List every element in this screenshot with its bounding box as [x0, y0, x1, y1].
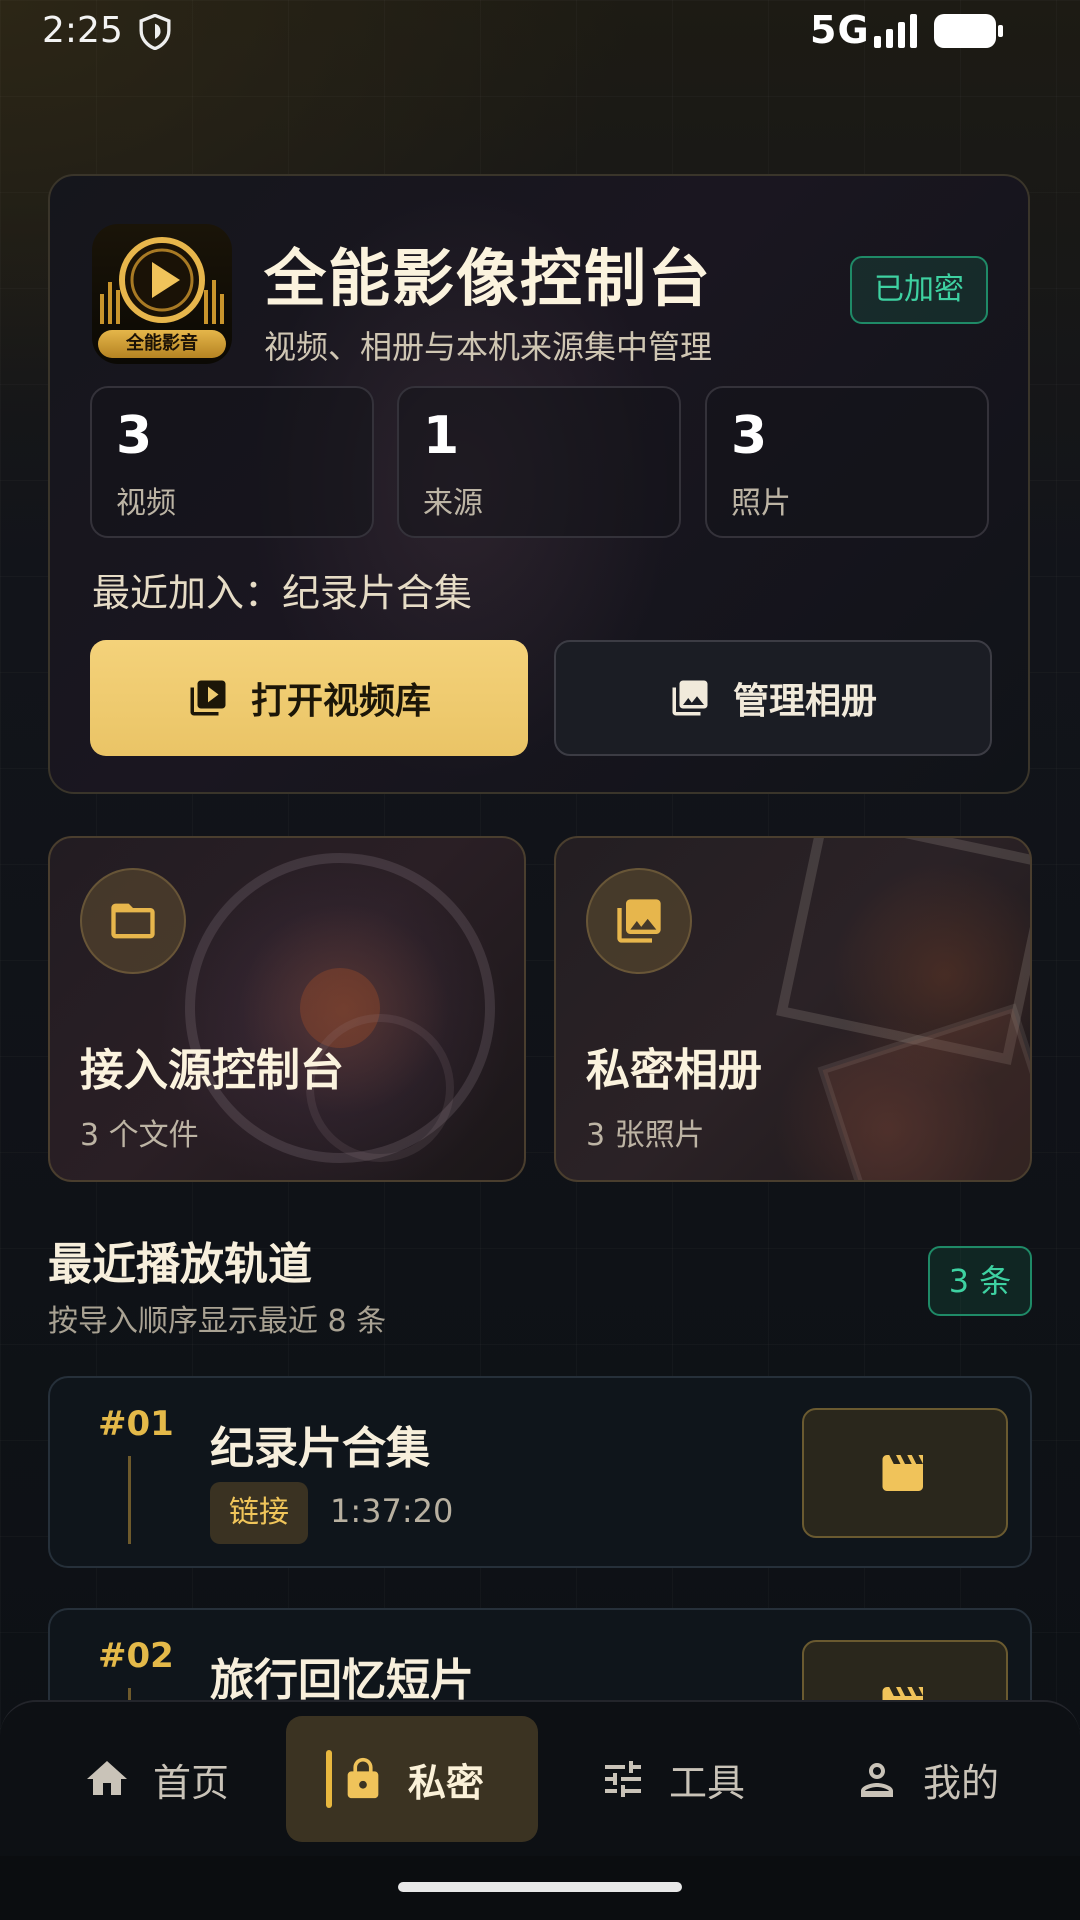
stat-value: 3	[116, 406, 153, 466]
active-indicator	[326, 1750, 332, 1808]
play-track-button[interactable]	[802, 1408, 1008, 1538]
section-subtitle: 按导入顺序显示最近 8 条	[48, 1304, 387, 1339]
tune-icon	[604, 1761, 641, 1797]
track-timeline	[128, 1456, 131, 1544]
track-tag: 链接	[210, 1482, 308, 1544]
manage-album-button[interactable]: 管理相册	[554, 640, 992, 756]
stat-label: 照片	[731, 486, 791, 521]
encrypted-badge: 已加密	[850, 256, 988, 324]
nav-label: 首页	[152, 1760, 229, 1805]
nav-label: 工具	[668, 1760, 745, 1805]
video-library-icon	[190, 680, 226, 716]
folder-icon	[80, 868, 186, 974]
home-icon	[86, 1761, 127, 1795]
stat-value: 3	[731, 406, 768, 466]
app-logo: 全能影音	[92, 224, 232, 364]
photo-library-icon	[586, 868, 692, 974]
nav-label: 私密	[407, 1760, 484, 1805]
stat-label: 来源	[423, 486, 483, 521]
shield-icon	[139, 14, 171, 50]
track-item[interactable]: #01 纪录片合集 链接 1:37:20	[48, 1376, 1032, 1568]
feature-title: 私密相册	[586, 1045, 762, 1096]
network-type: 5G	[810, 8, 870, 52]
feature-subtitle: 3 个文件	[80, 1118, 199, 1153]
stat-value: 1	[423, 406, 460, 466]
battery-icon	[934, 14, 1003, 48]
recent-added-text: 最近加入：纪录片合集	[92, 571, 473, 615]
track-title: 旅行回忆短片	[210, 1655, 474, 1706]
signal-icon	[874, 14, 917, 48]
count-badge: 3 条	[928, 1246, 1032, 1316]
track-duration: 1:37:20	[330, 1492, 454, 1530]
open-video-library-button[interactable]: 打开视频库	[90, 640, 528, 756]
nav-profile[interactable]: 我的	[800, 1716, 1052, 1842]
person-icon	[860, 1763, 893, 1797]
feature-title: 接入源控制台	[80, 1045, 344, 1096]
source-console-card[interactable]: 接入源控制台 3 个文件	[48, 836, 526, 1182]
manage-album-label: 管理相册	[732, 681, 877, 722]
app-logo-label: 全能影音	[98, 330, 226, 358]
page-title: 全能影像控制台	[264, 242, 713, 315]
nav-label: 我的	[922, 1760, 999, 1805]
stat-sources: 1 来源	[397, 386, 681, 538]
stat-photos: 3 照片	[705, 386, 989, 538]
nav-home[interactable]: 首页	[30, 1716, 282, 1842]
photo-library-icon	[672, 680, 708, 716]
bottom-navigation: 首页 私密 工具 我的	[0, 1700, 1080, 1856]
hero-card: 全能影音 全能影像控制台 视频、相册与本机来源集中管理 已加密 3 视频 1 来…	[48, 174, 1030, 794]
lock-icon	[347, 1757, 379, 1799]
nav-tools[interactable]: 工具	[546, 1716, 798, 1842]
stat-label: 视频	[116, 486, 176, 521]
track-index: #02	[98, 1636, 174, 1676]
stat-videos: 3 视频	[90, 386, 374, 538]
page-subtitle: 视频、相册与本机来源集中管理	[264, 328, 713, 366]
nav-private[interactable]: 私密	[286, 1716, 538, 1842]
track-title: 纪录片合集	[210, 1423, 430, 1474]
section-title: 最近播放轨道	[48, 1239, 312, 1290]
status-time: 2:25	[42, 10, 123, 51]
private-album-card[interactable]: 私密相册 3 张照片	[554, 836, 1032, 1182]
track-index: #01	[98, 1404, 174, 1444]
feature-subtitle: 3 张照片	[586, 1118, 705, 1153]
open-video-library-label: 打开视频库	[250, 681, 431, 722]
clapperboard-icon	[882, 1455, 923, 1491]
home-indicator[interactable]	[398, 1882, 682, 1892]
status-bar: 2:25 5G	[0, 0, 1080, 70]
